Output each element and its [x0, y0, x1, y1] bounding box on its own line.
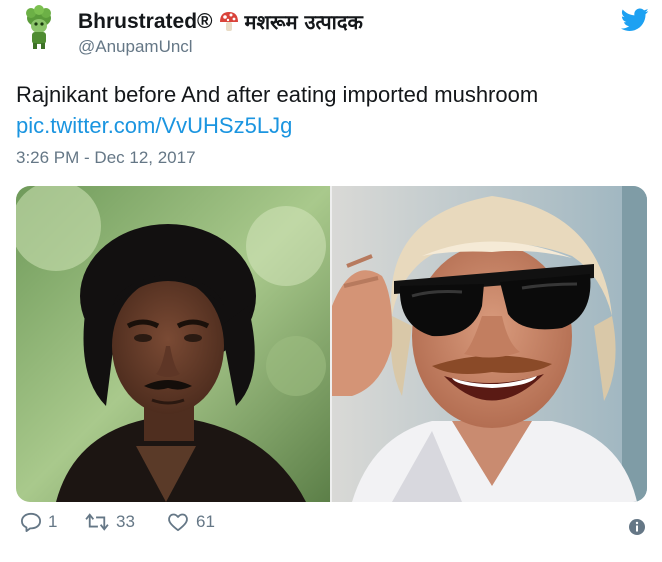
like-count: 61: [196, 512, 215, 531]
mushroom-emoji: [219, 11, 238, 31]
avatar[interactable]: [16, 4, 62, 50]
info-icon[interactable]: [628, 518, 646, 536]
retweet-icon: [85, 513, 109, 531]
user-handle[interactable]: @AnupamUncl: [78, 37, 193, 57]
like-button[interactable]: 61: [166, 512, 215, 532]
display-name[interactable]: Bhrustrated® मशरूम उत्पादक: [78, 8, 363, 35]
photo-before[interactable]: [16, 186, 330, 502]
tweet-actions: 1 33 61: [16, 512, 647, 542]
tweet-media[interactable]: [16, 186, 647, 502]
tweet-media-link[interactable]: pic.twitter.com/VvUHSz5LJg: [16, 113, 292, 139]
tweet-text: Rajnikant before And after eating import…: [16, 82, 539, 107]
display-name-hindi: मशरूम उत्पादक: [244, 10, 363, 34]
reply-count: 1: [48, 512, 58, 531]
reply-button[interactable]: 1: [20, 512, 57, 532]
twitter-bird-icon[interactable]: [621, 8, 649, 32]
display-name-text: Bhrustrated®: [78, 9, 213, 33]
retweet-button[interactable]: 33: [84, 512, 135, 532]
tweet-card: Bhrustrated® मशरूम उत्पादक @AnupamUncl R…: [0, 0, 662, 562]
tweet-timestamp[interactable]: 3:26 PM - Dec 12, 2017: [16, 148, 196, 168]
retweet-count: 33: [116, 512, 135, 531]
reply-icon: [20, 512, 41, 532]
photo-after[interactable]: [332, 186, 647, 502]
like-icon: [168, 513, 188, 532]
